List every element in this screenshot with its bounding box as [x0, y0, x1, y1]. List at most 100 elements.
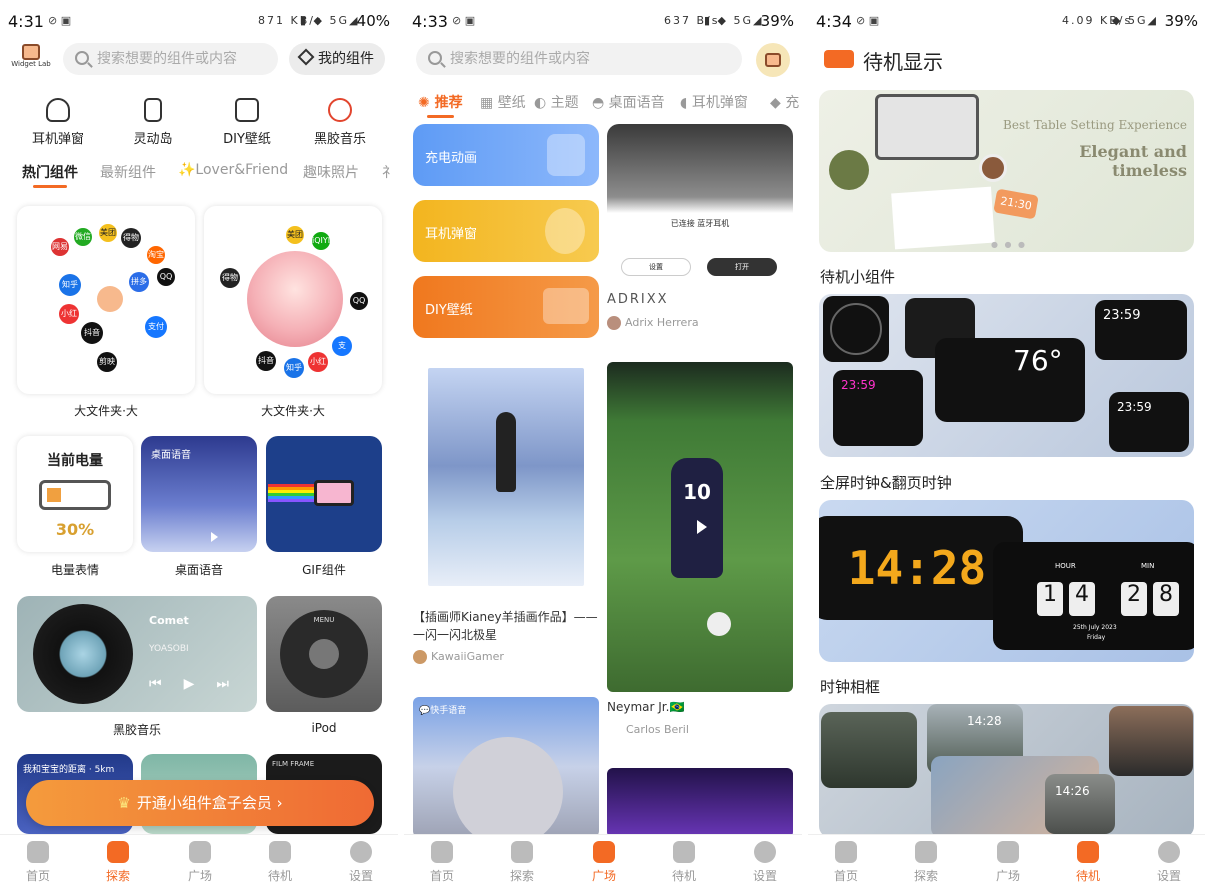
tab-earphone[interactable]: ◖ 耳机弹窗: [680, 92, 748, 112]
search-input[interactable]: 搜索想要的组件或内容: [416, 43, 742, 75]
clock-widget-1: 23:59: [1095, 300, 1187, 360]
settings-button[interactable]: 设置: [621, 258, 691, 276]
nav-settings[interactable]: 设置: [735, 841, 795, 884]
tab-charge[interactable]: ◆ 充: [770, 92, 799, 112]
tab-lover[interactable]: ✨Lover&Friend: [178, 162, 288, 178]
quick-label: 黑胶音乐: [313, 132, 366, 147]
nav-settings[interactable]: 设置: [1139, 841, 1199, 884]
prev-icon[interactable]: ⏮: [149, 676, 184, 692]
nav-home[interactable]: 首页: [412, 841, 472, 884]
nav-explore[interactable]: 探索: [492, 841, 552, 884]
nav-square[interactable]: 广场: [170, 841, 230, 884]
nav-home[interactable]: 首页: [816, 841, 876, 884]
frame-clock-2: 14:26: [1045, 774, 1115, 834]
post-anime-cat[interactable]: 💬快手语音: [413, 697, 599, 837]
tab-voice[interactable]: ◓ 桌面语音: [592, 92, 665, 112]
tile-diy-wallpaper[interactable]: DIY壁纸: [413, 276, 599, 338]
signal-icons: ▮ ◆ 5G◢: [704, 14, 764, 27]
author-name[interactable]: Carlos Beril: [626, 723, 689, 736]
nav-square[interactable]: 广场: [574, 841, 634, 884]
nav-label: 探索: [105, 869, 130, 883]
clock-date: 25th July 2023: [1073, 624, 1117, 631]
post-earphone-widget[interactable]: 已连接 蓝牙耳机 设置 打开: [607, 124, 793, 286]
quick-diy-wallpaper[interactable]: DIY壁纸: [207, 98, 287, 147]
music-controls[interactable]: ⏮▶⏭: [149, 676, 251, 692]
earbud-icon: [545, 208, 585, 254]
quick-label: DIY壁纸: [223, 132, 271, 147]
play-icon: [211, 532, 218, 542]
quick-vinyl-music[interactable]: 黑胶音乐: [300, 98, 380, 147]
battery-widget[interactable]: 当前电量 30%: [17, 436, 133, 552]
logo-icon: [22, 44, 40, 60]
flip-digit: 2: [1121, 582, 1147, 616]
tab-photos[interactable]: 趣味照片: [303, 162, 359, 182]
tab-more[interactable]: 礻: [382, 162, 396, 182]
screen-explore: 4:31 ⊘ ▣ 871 KB/s ▮ ◆ 5G◢ 40% Widget Lab…: [0, 0, 398, 890]
tab-wallpaper[interactable]: ▦ 壁纸: [480, 92, 526, 112]
nav-standby[interactable]: 待机: [1058, 841, 1118, 884]
post-author[interactable]: KawaiiGamer: [413, 650, 504, 664]
standby-widgets-preview[interactable]: 76° 23:59 23:59 23:59: [819, 294, 1194, 457]
author-name: Adrix Herrera: [625, 316, 699, 329]
lightning-icon: [547, 134, 585, 176]
clock-frame-preview[interactable]: 14:28 14:26: [819, 704, 1194, 838]
post-author[interactable]: Adrix Herrera: [607, 316, 699, 330]
vinyl-music-widget[interactable]: Comet YOASOBI ⏮▶⏭: [17, 596, 257, 712]
app-icon: 剪映: [97, 352, 117, 372]
sync-icon: ⊘ ▣: [452, 14, 476, 27]
landscape-photo-1: [821, 712, 917, 788]
post-football-video[interactable]: 10: [607, 362, 793, 692]
bottom-nav: 首页 探索 广场 待机 设置: [808, 834, 1205, 890]
nav-label: 设置: [348, 869, 373, 883]
vip-banner-button[interactable]: ♛ 开通小组件盒子会员 ›: [26, 780, 374, 826]
flip-digit: 8: [1153, 582, 1179, 616]
open-button[interactable]: 打开: [707, 258, 777, 276]
search-placeholder: 搜索想要的组件或内容: [97, 51, 237, 67]
nav-standby[interactable]: 待机: [250, 841, 310, 884]
nav-label: 广场: [995, 869, 1020, 883]
jersey-number: 10: [683, 480, 711, 504]
tab-theme[interactable]: ◐ 主题: [534, 92, 579, 112]
nav-explore[interactable]: 探索: [896, 841, 956, 884]
post-city-night[interactable]: [607, 768, 793, 838]
search-input[interactable]: 搜索想要的组件或内容: [63, 43, 278, 75]
screen-standby: 4:34 ⊘ ▣ 4.09 KB/s ◆ 5G◢ 39% 待机显示 Best T…: [808, 0, 1205, 890]
quick-dynamic-island[interactable]: 灵动岛: [113, 98, 193, 147]
tile-charging-animation[interactable]: 充电动画: [413, 124, 599, 186]
avatar[interactable]: [756, 43, 790, 77]
desktop-voice-widget[interactable]: 桌面语音: [141, 436, 257, 552]
nav-settings[interactable]: 设置: [331, 841, 391, 884]
click-wheel-icon: MENU: [280, 610, 368, 698]
app-icon: QQ: [157, 268, 175, 286]
gear-icon: [754, 841, 776, 863]
tab-hot[interactable]: 热门组件: [22, 162, 78, 188]
quick-earphone[interactable]: 耳机弹窗: [18, 98, 98, 147]
app-icon: 抖音: [256, 351, 276, 371]
app-icon: QQ: [350, 292, 368, 310]
nav-square[interactable]: 广场: [978, 841, 1038, 884]
square-icon: [997, 841, 1019, 863]
my-widgets-button[interactable]: 我的组件: [289, 43, 385, 75]
nav-explore[interactable]: 探索: [88, 841, 148, 884]
folder-widget-1[interactable]: 网易 微信 得物 美团 知乎 小红书 拼多多 淘宝 抖音 剪映 支付宝 QQ: [17, 206, 195, 394]
nav-label: 待机: [1075, 869, 1100, 883]
standby-icon: [673, 841, 695, 863]
distance-text: 我和宝宝的距离 · 5km: [23, 765, 115, 775]
standby-banner[interactable]: Best Table Setting Experience Elegant an…: [819, 90, 1194, 252]
next-icon[interactable]: ⏭: [216, 676, 251, 692]
play-icon[interactable]: ▶: [184, 676, 217, 692]
nav-home[interactable]: 首页: [8, 841, 68, 884]
cat-girl-figure: [453, 737, 563, 837]
tile-earphone-popup[interactable]: 耳机弹窗: [413, 200, 599, 262]
app-logo[interactable]: Widget Lab: [10, 44, 52, 76]
play-icon[interactable]: [697, 520, 707, 534]
nav-standby[interactable]: 待机: [654, 841, 714, 884]
post-illustration[interactable]: [428, 368, 584, 586]
folder-widget-2[interactable]: 美团 iQIYI 得物 抖音 知乎 小红书 支 QQ: [204, 206, 382, 394]
tab-recommend[interactable]: ✺ 推荐: [418, 92, 463, 118]
ipod-widget[interactable]: MENU: [266, 596, 382, 712]
fullscreen-clock-preview[interactable]: 14:28 HOUR MIN 1 4 2 8 25th July 2023 Fr…: [819, 500, 1194, 662]
gif-widget[interactable]: [266, 436, 382, 552]
tab-new[interactable]: 最新组件: [100, 162, 156, 182]
app-icon: 美团: [99, 224, 117, 242]
